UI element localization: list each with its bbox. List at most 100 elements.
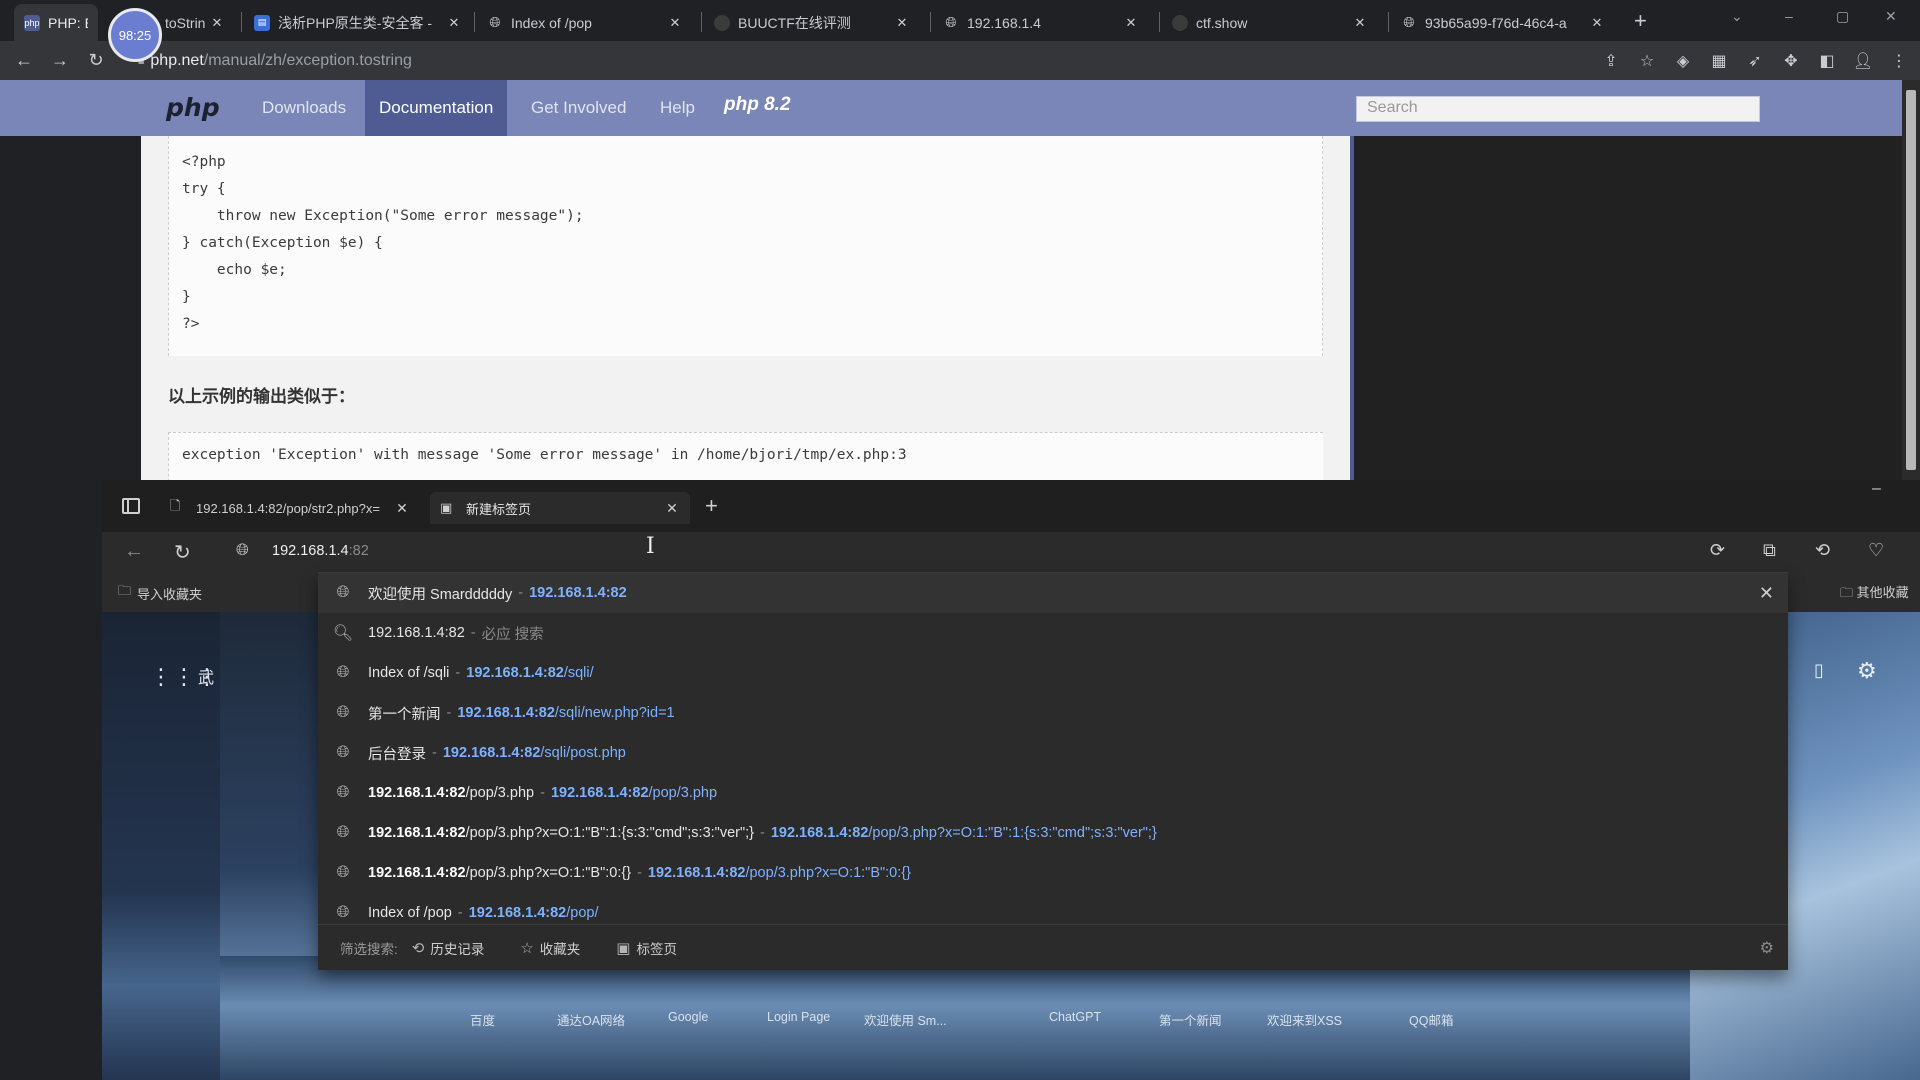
close-icon[interactable]: ✕ [394,500,410,517]
url-host: php.net [150,51,204,69]
extension-qr-icon[interactable]: ▦ [1704,51,1734,71]
nav-documentation[interactable]: Documentation [365,80,508,136]
other-favorites-folder[interactable]: 🗀︎ 其他收藏 [1840,582,1909,606]
php-doc-content: <?php try { throw new Exception("Some er… [141,136,1354,492]
maximize-icon[interactable]: ▢ [1836,8,1849,25]
globe-icon: 🌐︎ [336,864,350,881]
extensions-puzzle-icon[interactable]: ✥ [1776,51,1806,71]
minimize-icon[interactable]: – [1785,8,1793,24]
filter-tabs-button[interactable]: ▣ 标签页 [616,938,677,958]
php-sidebar [1358,136,1902,480]
quick-link-baidu[interactable]: 百度 [470,1010,495,1029]
chrome-tab-index-pop[interactable]: 🌐︎ Index of /pop ✕ [477,4,693,41]
ctfshow-favicon-icon [1172,14,1188,31]
tab-search-icon[interactable]: ⌄ [1731,8,1743,25]
tab-actions-icon[interactable] [122,498,140,514]
globe-icon: 🌐︎ [336,584,350,601]
quick-link-xss[interactable]: 欢迎来到XSS [1267,1010,1342,1029]
close-icon[interactable]: ✕ [664,500,680,517]
address-bar[interactable]: 🔒︎ php.net/manual/zh/exception.tostring [138,45,1608,76]
close-icon[interactable]: ✕ [1589,15,1605,31]
dismiss-suggestion-close-icon[interactable]: ✕ [1759,583,1774,604]
chrome-tab-ip[interactable]: 🌐︎ 192.168.1.4 ✕ [933,4,1149,41]
share-icon[interactable]: ⇪ [1596,51,1626,71]
filter-favorites-button[interactable]: ☆ 收藏夹 [520,938,580,958]
chrome-tab-buuctf[interactable]: BUUCTF在线评测 ✕ [704,4,920,41]
chrome-tab-ctfshow[interactable]: ctf.show ✕ [1162,4,1378,41]
suggestion-row[interactable]: 🌐︎ 欢迎使用 Smardddddy - 192.168.1.4:82 ✕ [318,573,1788,613]
quick-link-qqmail[interactable]: QQ邮箱 [1409,1010,1453,1029]
ntp-weather-text: 武 [198,670,215,687]
side-panel-icon[interactable]: ◧ [1812,51,1842,71]
reload-icon[interactable]: ↻ [78,50,114,71]
suggestion-row[interactable]: 🌐︎ 第一个新闻 - 192.168.1.4:82/sqli/new.php?i… [318,693,1788,733]
back-icon[interactable]: ← [124,540,144,563]
chrome-tab-uuid[interactable]: 🌐︎ 93b65a99-f76d-46c4-a ✕ [1391,4,1615,41]
quick-link-tongda[interactable]: 通达OA网络 [557,1010,625,1029]
minimize-icon[interactable]: – [1872,480,1881,498]
settings-gear-icon[interactable]: ⚙ [1857,658,1877,684]
favorites-bar: 🗀︎ 导入收藏夹 [102,572,222,612]
text-cursor-icon: I [646,534,655,559]
close-icon[interactable]: ✕ [667,15,683,31]
suggestion-row[interactable]: 🔍︎ 192.168.1.4:82 - 必应 搜索 [318,613,1788,653]
suggestion-row[interactable]: 🌐︎ 后台登录 - 192.168.1.4:82/sqli/post.php [318,733,1788,773]
close-icon[interactable]: ✕ [209,15,225,31]
close-window-icon[interactable]: ✕ [1885,8,1897,25]
quick-link-login[interactable]: Login Page [767,1010,830,1024]
edge-address-bar[interactable]: 🌐︎ 192.168.1.4:82 I [220,532,1790,572]
edge-tab-newtab[interactable]: ▣ 新建标签页 ✕ [430,492,690,524]
quick-link-google[interactable]: Google [668,1010,708,1024]
nav-get-involved[interactable]: Get Involved [517,80,640,136]
profile-icon[interactable]: 👤︎ [1848,51,1878,71]
settings-gear-icon[interactable]: ⚙ [1760,938,1774,958]
globe-icon: 🌐︎ [236,542,249,559]
import-favorites-button[interactable]: 🗀︎ 导入收藏夹 [118,582,202,604]
edge-window: 🗋︎ 192.168.1.4:82/pop/str2.php?x= ✕ ▣ 新建… [102,480,1920,1080]
close-icon[interactable]: ✕ [446,15,462,31]
suggestion-filter-bar: 筛选搜索: ⟲ 历史记录 ☆ 收藏夹 ▣ 标签页 ⚙ [318,924,1788,971]
tab-divider [474,12,475,32]
quick-link-news[interactable]: 第一个新闻 [1159,1010,1222,1029]
newtab-page-icon: ▣ [440,500,453,515]
back-icon[interactable]: ← [6,50,42,71]
php-logo[interactable]: php [166,93,220,122]
phone-icon[interactable]: ▯ [1814,660,1824,681]
extension-badge-icon[interactable]: ◈ [1668,51,1698,71]
address-input[interactable]: 192.168.1.4:82 [272,543,369,559]
tabs-icon: ▣ [616,940,631,957]
php-version-logo[interactable]: php 8.2 [724,94,791,116]
suggestion-row[interactable]: 🌐︎ Index of /sqli - 192.168.1.4:82/sqli/ [318,653,1788,693]
close-icon[interactable]: ✕ [1123,15,1139,31]
new-tab-button[interactable]: + [1634,8,1647,34]
filter-history-button[interactable]: ⟲ 历史记录 [412,938,485,958]
tab-divider [701,12,702,32]
tab-divider [930,12,931,32]
health-icon[interactable]: ♡ [1868,540,1884,561]
suggestion-row[interactable]: 🌐︎ 192.168.1.4:82/pop/3.php?x=O:1:"B":1:… [318,813,1788,853]
chrome-tab-anquanke[interactable]: ▤ 浅析PHP原生类-安全客 - ✕ [244,4,472,41]
bookmark-star-icon[interactable]: ☆ [1632,51,1662,71]
chrome-tab-php[interactable]: php PHP: Exc [14,4,98,41]
close-icon[interactable]: ✕ [1352,15,1368,31]
example-code: <?php try { throw new Exception("Some er… [182,154,584,332]
quick-link-chatgpt[interactable]: ChatGPT [1049,1010,1101,1024]
quick-link-welcome[interactable]: 欢迎使用 Sm... [864,1010,947,1029]
nav-downloads[interactable]: Downloads [248,80,360,136]
page-scrollbar[interactable] [1902,80,1920,480]
php-search-input[interactable]: Search [1356,96,1760,122]
forward-icon[interactable]: → [42,50,78,71]
suggestion-row[interactable]: 🌐︎ 192.168.1.4:82/pop/3.php - 192.168.1.… [318,773,1788,813]
suggestion-row[interactable]: 🌐︎ 192.168.1.4:82/pop/3.php?x=O:1:"B":0:… [318,853,1788,893]
scrollbar-thumb[interactable] [1906,90,1916,470]
reload-icon[interactable]: ↻ [174,540,191,565]
chrome-tab-tostring[interactable]: toStrin ✕ [155,4,235,41]
globe-icon: 🌐︎ [489,14,501,30]
edge-tab-str2[interactable]: 🗋︎ 192.168.1.4:82/pop/str2.php?x= ✕ [160,492,420,524]
close-icon[interactable]: ✕ [894,15,910,31]
menu-kebab-icon[interactable]: ⋮ [1884,51,1914,71]
nav-help[interactable]: Help [646,80,709,136]
history-icon[interactable]: ⟲ [1815,540,1830,561]
edge-new-tab-button[interactable]: + [705,493,718,519]
extension-rocket-icon[interactable]: ➶ [1740,51,1770,71]
